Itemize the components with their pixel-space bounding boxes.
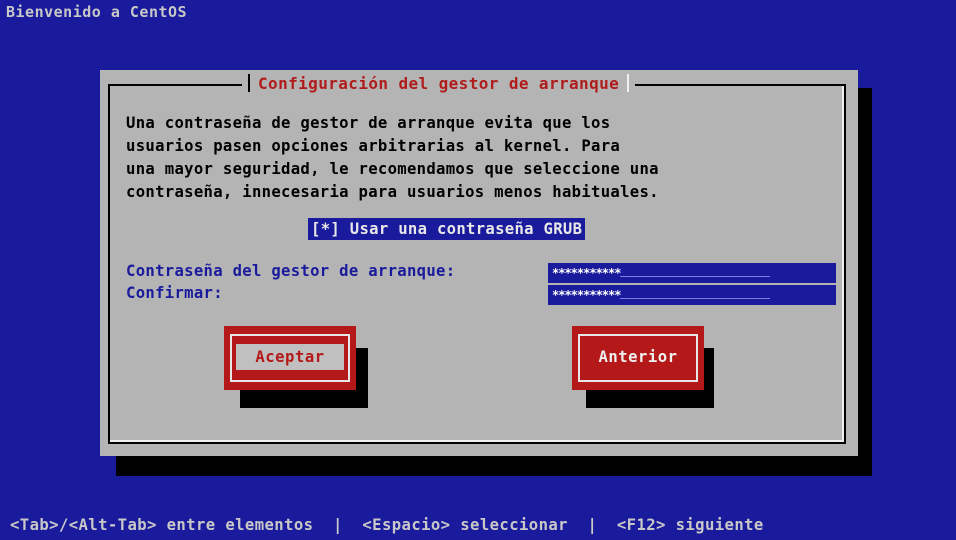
- aceptar-button[interactable]: Aceptar: [224, 326, 356, 390]
- dialog-title-bar: Configuración del gestor de arranque: [242, 70, 636, 96]
- password-mask: ***********: [552, 288, 621, 302]
- title-right-tick: [627, 74, 630, 92]
- aceptar-button-label: Aceptar: [236, 344, 344, 370]
- bootloader-password-label: Contraseña del gestor de arranque:: [126, 262, 456, 280]
- field-underline: [620, 289, 771, 299]
- dialog-description: Una contraseña de gestor de arranque evi…: [126, 114, 659, 201]
- dialog-title: Configuración del gestor de arranque: [258, 73, 620, 93]
- password-mask: ***********: [552, 266, 621, 280]
- installer-screen: Bienvenido a CentOS Configuración del ge…: [0, 0, 956, 540]
- use-grub-password-checkbox[interactable]: [*] Usar una contraseña GRUB: [308, 218, 586, 240]
- keyboard-help-bar: <Tab>/<Alt-Tab> entre elementos | <Espac…: [10, 516, 764, 534]
- confirm-password-label: Confirmar:: [126, 284, 223, 302]
- screen-title: Bienvenido a CentOS: [6, 3, 188, 21]
- confirm-password-field[interactable]: ***********: [548, 285, 836, 305]
- field-underline: [620, 267, 771, 277]
- bootloader-password-field[interactable]: ***********: [548, 263, 836, 283]
- anterior-button-label: Anterior: [598, 348, 678, 366]
- bootloader-dialog: Configuración del gestor de arranque Una…: [100, 70, 858, 456]
- anterior-button[interactable]: Anterior: [572, 326, 704, 390]
